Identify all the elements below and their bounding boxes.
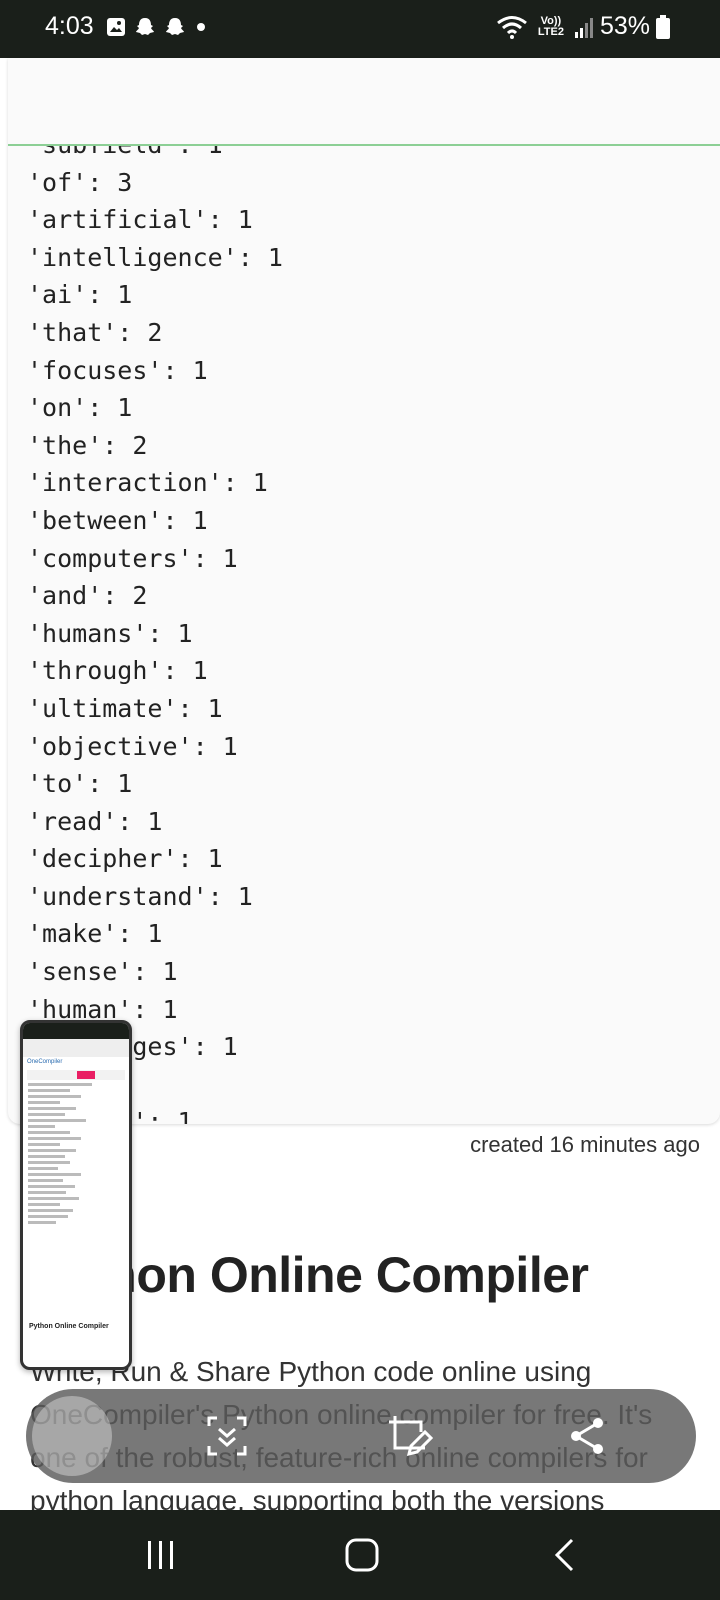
snapchat-icon (166, 18, 184, 35)
gallery-icon (107, 18, 125, 36)
back-icon (554, 1538, 574, 1572)
thumbnail-title: Python Online Compiler (29, 1323, 109, 1330)
output-line: 'computers': 1 (27, 543, 238, 573)
signal-icon (574, 17, 593, 38)
output-panel[interactable]: 'subfield': 1 'of': 3'artificial': 1'int… (8, 58, 720, 1124)
output-text: 'subfield': 1 'of': 3'artificial': 1'int… (27, 126, 283, 1124)
output-line: 'through': 1 (27, 656, 208, 686)
navigation-bar (0, 1510, 720, 1600)
wifi-icon (497, 15, 527, 39)
screenshot-toolbar (26, 1389, 696, 1483)
output-header (8, 58, 720, 146)
home-icon (345, 1538, 379, 1572)
output-line: 'ultimate': 1 (27, 693, 223, 723)
output-line: 'between': 1 (27, 505, 208, 535)
output-line: 'on': 1 (27, 393, 133, 423)
output-line: 'intelligence': 1 (27, 242, 283, 272)
output-line: 'decipher': 1 (27, 844, 223, 874)
recent-apps-icon (148, 1541, 173, 1569)
edit-crop-icon (389, 1416, 433, 1457)
home-button[interactable] (302, 1510, 422, 1600)
output-line: 'of': 3 (27, 167, 133, 197)
output-line: 'that': 2 (27, 317, 163, 347)
output-line: 'interaction': 1 (27, 468, 268, 498)
output-line: 'read': 1 (27, 806, 163, 836)
recent-apps-button[interactable] (101, 1510, 221, 1600)
output-line: 'focuses': 1 (27, 355, 208, 385)
output-line: 'make': 1 (27, 919, 163, 949)
status-bar: 4:03 Vo)) LTE2 53% (0, 0, 720, 58)
output-line: 'to': 1 (27, 769, 133, 799)
status-time: 4:03 (45, 12, 94, 40)
edit-button[interactable] (384, 1411, 434, 1461)
output-line: 'sense': 1 (27, 957, 178, 987)
screenshot-thumbnail[interactable]: OneCompiler Python Online Compiler (20, 1020, 132, 1370)
notification-icons (106, 16, 208, 38)
output-line: 'and': 2 (27, 581, 148, 611)
toolbar-drag-handle[interactable] (32, 1396, 112, 1476)
output-line: 'understand': 1 (27, 881, 253, 911)
share-button[interactable] (562, 1411, 612, 1461)
battery-percent: 53% (599, 12, 650, 40)
output-line: 'artificial': 1 (27, 205, 253, 235)
share-icon (571, 1418, 603, 1454)
output-line: 'objective': 1 (27, 731, 238, 761)
scroll-capture-icon (207, 1416, 247, 1456)
network-label: Vo)) LTE2 (537, 14, 564, 38)
thumbnail-brand: OneCompiler (27, 1059, 63, 1065)
output-line: 'ai': 1 (27, 280, 133, 310)
battery-icon (656, 14, 670, 39)
status-right: Vo)) LTE2 53% (496, 12, 670, 41)
snapchat-icon (136, 18, 154, 35)
created-timestamp: created 16 minutes ago (470, 1132, 700, 1157)
output-line: 'humans': 1 (27, 618, 193, 648)
output-line: 'the': 2 (27, 430, 148, 460)
scroll-capture-button[interactable] (202, 1411, 252, 1461)
dot-icon (197, 23, 205, 31)
back-button[interactable] (504, 1510, 624, 1600)
